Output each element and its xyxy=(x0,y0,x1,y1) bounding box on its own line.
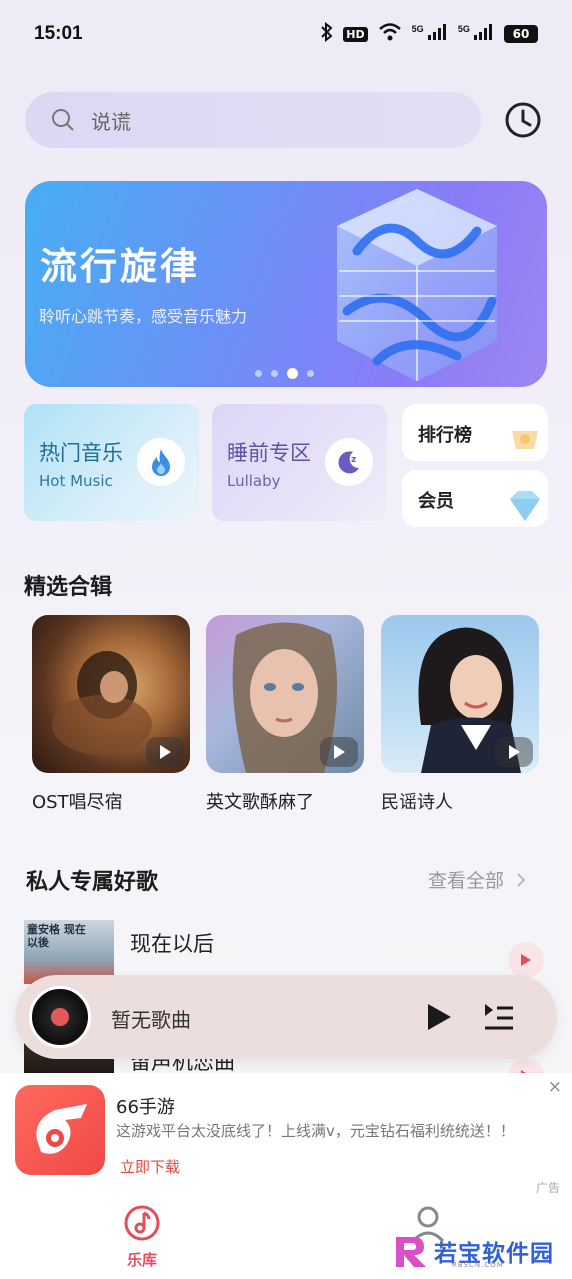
player-title: 暂无歌曲 xyxy=(111,1008,191,1032)
playlist-icon[interactable] xyxy=(483,1002,515,1032)
featured-section-title: 精选合辑 xyxy=(24,575,113,600)
status-time: 15:01 xyxy=(34,23,83,44)
play-icon xyxy=(521,954,531,966)
clock-icon xyxy=(505,102,541,138)
ad-title: 66手游 xyxy=(116,1097,175,1118)
mini-player[interactable]: 暂无歌曲 xyxy=(15,975,557,1059)
album-name: OST唱尽宿 xyxy=(32,792,123,813)
watermark-logo xyxy=(396,1237,426,1267)
flame-icon xyxy=(137,438,185,486)
pagination-dot[interactable] xyxy=(255,370,262,377)
signal-icon-1: 5G xyxy=(412,24,448,44)
pagination-dot-active[interactable] xyxy=(287,368,298,379)
pagination-dot[interactable] xyxy=(271,370,278,377)
view-all-link[interactable]: 查看全部 xyxy=(428,866,526,893)
album-card[interactable]: 民谣诗人 xyxy=(381,615,539,814)
search-icon xyxy=(52,109,74,131)
private-section-title: 私人专属好歌 xyxy=(26,870,159,895)
trophy-icon xyxy=(512,431,538,449)
moon-icon: z xyxy=(325,438,373,486)
music-note-icon xyxy=(124,1205,160,1241)
ad-description: 这游戏平台太没底线了！上线满v，元宝钻石福利统统送！！ xyxy=(116,1122,515,1140)
vip-label: 会员 xyxy=(418,491,454,512)
search-input[interactable]: 说谎 xyxy=(25,92,481,148)
hot-music-subtitle: Hot Music xyxy=(39,472,113,490)
watermark: 若宝软件园 RBSCN.COM xyxy=(392,1233,554,1269)
ad-banner[interactable]: 66手游 这游戏平台太没底线了！上线满v，元宝钻石福利统统送！！ 立即下载 × … xyxy=(0,1073,572,1195)
song-play-button[interactable] xyxy=(508,942,544,978)
pagination-dot[interactable] xyxy=(307,370,314,377)
chart-label: 排行榜 xyxy=(418,425,472,446)
search-placeholder: 说谎 xyxy=(91,109,131,134)
album-name: 民谣诗人 xyxy=(381,792,453,813)
vinyl-disc-icon xyxy=(29,986,91,1048)
song-title: 现在以后 xyxy=(130,932,214,956)
wifi-icon xyxy=(378,23,402,45)
lullaby-subtitle: Lullaby xyxy=(227,472,281,490)
ad-download-button[interactable]: 立即下载 xyxy=(120,1156,180,1177)
vip-card[interactable]: 会员 xyxy=(402,470,548,527)
play-icon[interactable] xyxy=(320,737,358,767)
status-bar: 15:01 HD 5G 5G 60 xyxy=(0,0,572,68)
album-card[interactable]: OST唱尽宿 xyxy=(32,615,190,814)
diamond-icon xyxy=(510,491,540,521)
song-play-button[interactable] xyxy=(508,1058,544,1074)
lullaby-title: 睡前专区 xyxy=(227,441,311,465)
ad-app-logo xyxy=(15,1085,105,1175)
chevron-right-icon xyxy=(517,872,526,887)
search-row: 说谎 xyxy=(25,92,547,148)
watermark-sub: RBSCN.COM xyxy=(452,1261,504,1269)
play-button[interactable] xyxy=(425,1002,453,1032)
hd-badge: HD xyxy=(343,26,368,42)
banner-subtitle: 聆听心跳节奏，感受音乐魅力 xyxy=(39,307,248,326)
history-button[interactable] xyxy=(503,100,543,140)
play-icon[interactable] xyxy=(146,737,184,767)
tab-library-label: 乐库 xyxy=(126,1251,157,1269)
album-name: 英文歌酥麻了 xyxy=(206,792,314,813)
svg-text:z: z xyxy=(351,455,356,465)
status-icons: HD 5G 5G 60 xyxy=(321,21,538,46)
banner-title: 流行旋律 xyxy=(40,245,200,288)
ad-tag: 广告 xyxy=(535,1181,560,1195)
lullaby-card[interactable]: 睡前专区 Lullaby z xyxy=(212,404,387,521)
battery-icon: 60 xyxy=(504,25,538,43)
album-card[interactable]: 英文歌酥麻了 xyxy=(206,615,364,814)
album-cover xyxy=(32,615,190,773)
close-icon[interactable]: × xyxy=(548,1077,562,1097)
banner-cube-art xyxy=(337,189,497,381)
hot-music-title: 热门音乐 xyxy=(39,441,123,465)
view-all-label: 查看全部 xyxy=(428,870,505,892)
banner[interactable]: 流行旋律 聆听心跳节奏，感受音乐魅力 xyxy=(25,181,547,387)
chart-card[interactable]: 排行榜 xyxy=(402,404,548,461)
song-thumb-text: 童安格 现在以後 xyxy=(27,923,86,949)
bluetooth-icon xyxy=(321,21,333,46)
banner-pagination xyxy=(255,368,314,379)
tab-library[interactable]: 乐库 xyxy=(122,1203,162,1270)
play-icon[interactable] xyxy=(495,737,533,767)
album-cover xyxy=(381,615,539,773)
hot-music-card[interactable]: 热门音乐 Hot Music xyxy=(24,404,199,521)
signal-icon-2: 5G xyxy=(458,24,494,44)
album-cover xyxy=(206,615,364,773)
